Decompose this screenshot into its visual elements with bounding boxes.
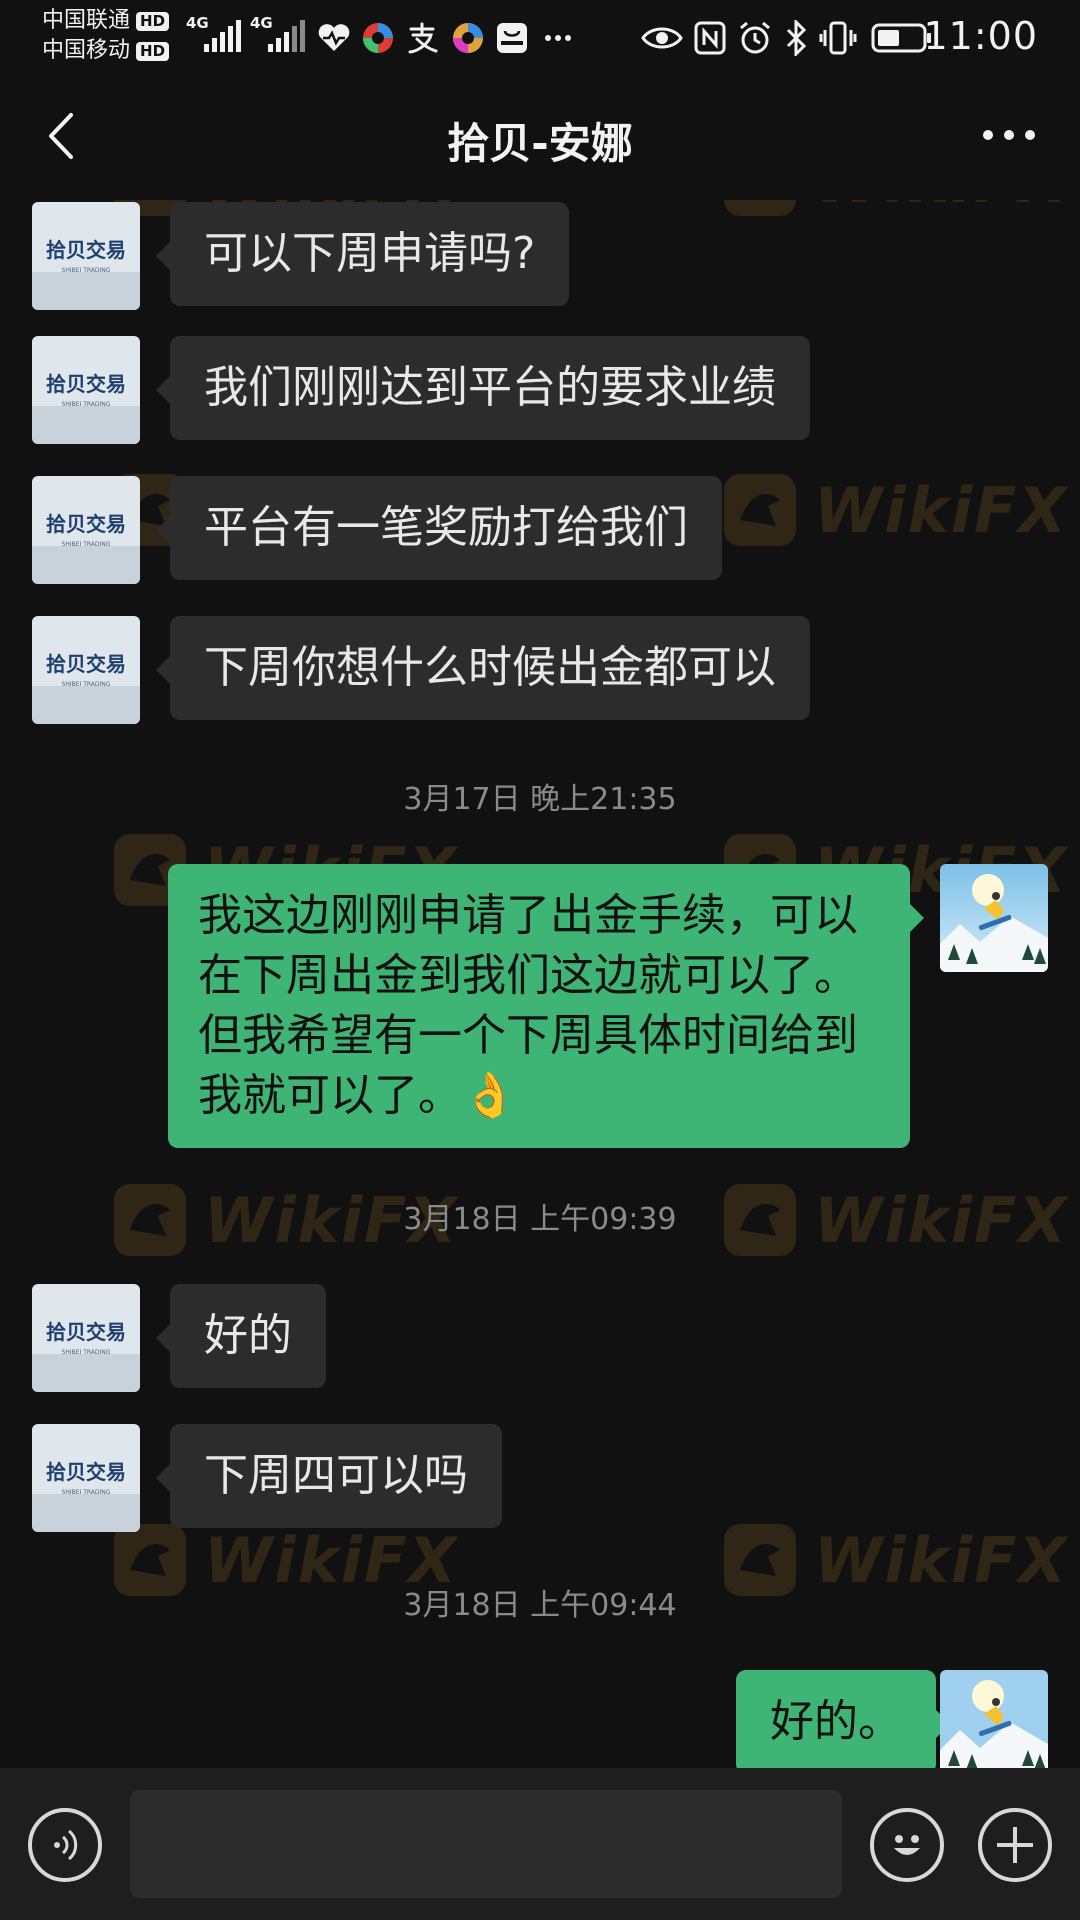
- nfc-icon: [692, 16, 728, 60]
- input-bar: [0, 1768, 1080, 1920]
- chat-header: 拾贝-安娜: [0, 76, 1080, 200]
- app-icon: [450, 16, 486, 60]
- carrier-name-2: 中国移动: [42, 38, 131, 63]
- avatar-logo-subtext: SHIBEI TRADING: [62, 541, 111, 548]
- alipay-icon: [404, 16, 440, 60]
- plus-icon: [997, 1827, 1033, 1863]
- chat-title: 拾贝-安娜: [447, 119, 633, 168]
- hd-badge-2: HD: [136, 41, 170, 61]
- message-bubble[interactable]: 可以下周申请吗?: [155, 202, 570, 306]
- contact-avatar[interactable]: 拾贝交易 SHIBEI TRADING: [32, 1424, 140, 1532]
- message-bubble[interactable]: 我这边刚刚申请了出金手续，可以在下周出金到我们这边就可以了。但我希望有一个下周具…: [168, 864, 924, 1148]
- hd-badge-1: HD: [136, 11, 170, 31]
- avatar-logo-text: 拾贝交易: [46, 512, 126, 536]
- message-timestamp: 3月18日 上午09:44: [403, 1588, 677, 1623]
- contact-avatar[interactable]: 拾贝交易 SHIBEI TRADING: [32, 336, 140, 444]
- message-row-incoming: 拾贝交易 SHIBEI TRADING 下周四可以吗: [0, 1424, 1080, 1532]
- message-timestamp: 3月18日 上午09:39: [403, 1202, 677, 1237]
- carrier-row-2: 中国移动 HD: [42, 36, 170, 66]
- shibei-logo-icon: 拾贝交易 SHIBEI TRADING: [32, 202, 140, 310]
- huawei-icon: [494, 16, 530, 60]
- more-functions-button[interactable]: [978, 1808, 1052, 1882]
- message-bubble[interactable]: 好的。: [736, 1670, 950, 1768]
- chevron-left-icon: [49, 113, 73, 159]
- voice-input-button[interactable]: [28, 1808, 102, 1882]
- message-list[interactable]: WikiFX WikiFX WikiFX WikiFX WikiFX WikiF…: [0, 200, 1080, 1768]
- message-input[interactable]: [130, 1790, 842, 1898]
- voice-wave-icon: [54, 1829, 78, 1861]
- app-icon: [360, 16, 396, 60]
- contact-avatar[interactable]: 拾贝交易 SHIBEI TRADING: [32, 1284, 140, 1392]
- more-dots-icon: [983, 130, 1035, 140]
- status-bar: 中国联通 HD 中国移动 HD 4G 4G 11:00: [0, 0, 1080, 76]
- avatar-logo-subtext: SHIBEI TRADING: [62, 401, 111, 408]
- my-avatar[interactable]: [940, 864, 1048, 972]
- message-row-incoming: 拾贝交易 SHIBEI TRADING 平台有一笔奖励打给我们: [0, 476, 1080, 584]
- signal-strength-icon: 4G: [186, 14, 242, 56]
- carrier-info: 中国联通 HD 中国移动 HD: [42, 6, 170, 66]
- message-bubble[interactable]: 下周你想什么时候出金都可以: [156, 616, 810, 720]
- avatar-logo-text: 拾贝交易: [46, 652, 126, 676]
- avatar-logo-text: 拾贝交易: [46, 1460, 126, 1484]
- snowboarder-avatar-icon: [940, 864, 1048, 972]
- message-bubble[interactable]: 平台有一笔奖励打给我们: [156, 476, 722, 580]
- smiley-icon: [894, 1835, 920, 1855]
- shibei-logo-icon: 拾贝交易 SHIBEI TRADING: [32, 336, 140, 444]
- avatar-logo-subtext: SHIBEI TRADING: [62, 681, 111, 688]
- message-row-incoming: 拾贝交易 SHIBEI TRADING 好的: [0, 1284, 1080, 1392]
- snowboarder-avatar-icon: [940, 1670, 1048, 1768]
- avatar-logo-text: 拾贝交易: [46, 1320, 126, 1344]
- message-row-outgoing: 好的。: [0, 1670, 1080, 1768]
- message-row-incoming: 拾贝交易 SHIBEI TRADING 我们刚刚达到平台的要求业绩: [0, 336, 1080, 444]
- contact-avatar[interactable]: 拾贝交易 SHIBEI TRADING: [32, 476, 140, 584]
- shibei-logo-icon: 拾贝交易 SHIBEI TRADING: [32, 1284, 140, 1392]
- carrier-row-1: 中国联通 HD: [42, 6, 170, 36]
- message-bubble[interactable]: 下周四可以吗: [156, 1424, 502, 1528]
- avatar-logo-text: 拾贝交易: [46, 238, 126, 262]
- vibrate-icon: [818, 16, 858, 60]
- avatar-logo-text: 拾贝交易: [46, 372, 126, 396]
- signal-strength-icon: 4G: [250, 14, 306, 56]
- carrier-name-1: 中国联通: [42, 8, 131, 33]
- health-heart-icon: [316, 16, 352, 60]
- contact-avatar[interactable]: 拾贝交易 SHIBEI TRADING: [32, 616, 140, 724]
- message-bubble[interactable]: 好的: [156, 1284, 326, 1388]
- alarm-icon: [736, 16, 774, 60]
- avatar-logo-subtext: SHIBEI TRADING: [62, 267, 111, 274]
- battery-level: [878, 30, 899, 46]
- message-timestamp: 3月17日 晚上21:35: [403, 782, 677, 817]
- bluetooth-icon: [782, 16, 810, 60]
- status-clock: 11:00: [923, 14, 1038, 58]
- message-row-outgoing: 我这边刚刚申请了出金手续，可以在下周出金到我们这边就可以了。但我希望有一个下周具…: [0, 864, 1080, 1150]
- message-row-incoming: 拾贝交易 SHIBEI TRADING 可以下周申请吗?: [0, 202, 1080, 310]
- avatar-logo-subtext: SHIBEI TRADING: [62, 1489, 111, 1496]
- emoji-button[interactable]: [870, 1808, 944, 1882]
- message-row-incoming: 拾贝交易 SHIBEI TRADING 下周你想什么时候出金都可以: [0, 616, 1080, 724]
- shibei-logo-icon: 拾贝交易 SHIBEI TRADING: [32, 1424, 140, 1532]
- message-bubble[interactable]: 我们刚刚达到平台的要求业绩: [156, 336, 810, 440]
- shibei-logo-icon: 拾贝交易 SHIBEI TRADING: [32, 616, 140, 724]
- eye-icon: [640, 16, 684, 60]
- contact-avatar[interactable]: 拾贝交易 SHIBEI TRADING: [32, 202, 140, 310]
- shibei-logo-icon: 拾贝交易 SHIBEI TRADING: [32, 476, 140, 584]
- more-options-button[interactable]: [974, 110, 1044, 160]
- avatar-logo-subtext: SHIBEI TRADING: [62, 1349, 111, 1356]
- my-avatar[interactable]: [940, 1670, 1048, 1768]
- more-dots-icon: [540, 16, 576, 60]
- back-button[interactable]: [30, 106, 90, 166]
